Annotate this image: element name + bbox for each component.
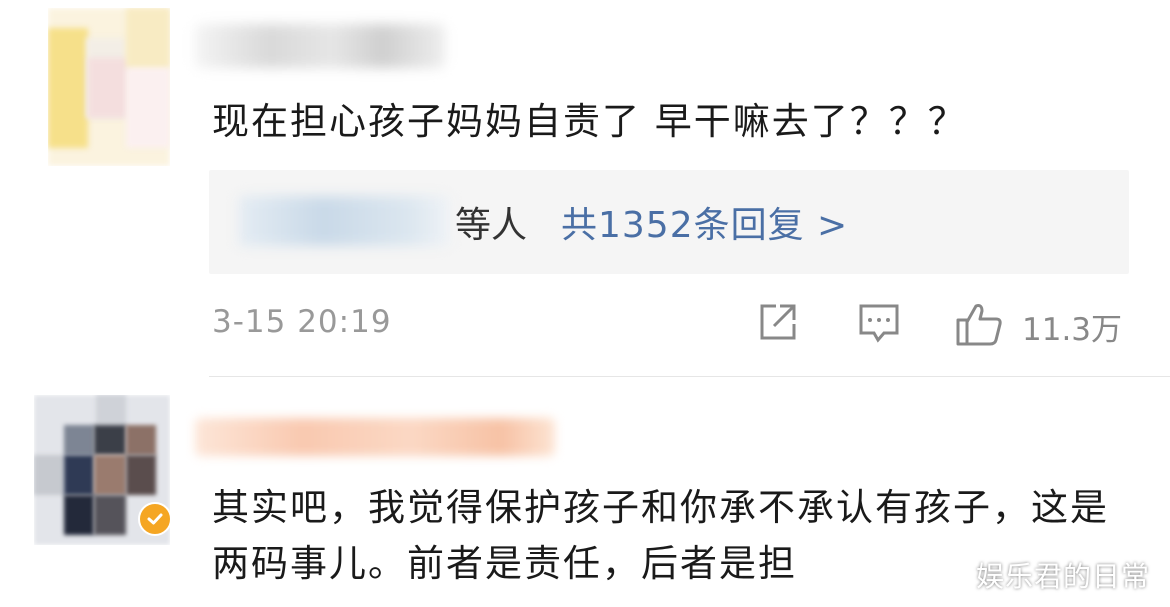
- timestamp: 3-15 20:19: [212, 304, 392, 340]
- avatar[interactable]: [48, 8, 170, 166]
- divider: [209, 376, 1170, 377]
- reply-summary[interactable]: 等人 共1352条回复 >: [209, 170, 1129, 274]
- reply-users-suffix: 等人: [455, 205, 528, 246]
- share-icon[interactable]: [756, 300, 800, 344]
- comment-text: 现在担心孩子妈妈自责了 早干嘛去了？？？: [212, 100, 967, 143]
- verified-badge-icon: [138, 502, 172, 536]
- username-blurred[interactable]: [195, 418, 555, 456]
- thumbs-up-icon[interactable]: [954, 300, 1004, 348]
- like-count: 11.3万: [1022, 312, 1123, 348]
- comment-icon[interactable]: [856, 300, 902, 346]
- username-blurred[interactable]: [195, 24, 445, 68]
- reply-users-blurred: [239, 196, 449, 246]
- watermark: 娱乐君的日常: [976, 560, 1151, 593]
- reply-count-link[interactable]: 共1352条回复 >: [561, 196, 848, 248]
